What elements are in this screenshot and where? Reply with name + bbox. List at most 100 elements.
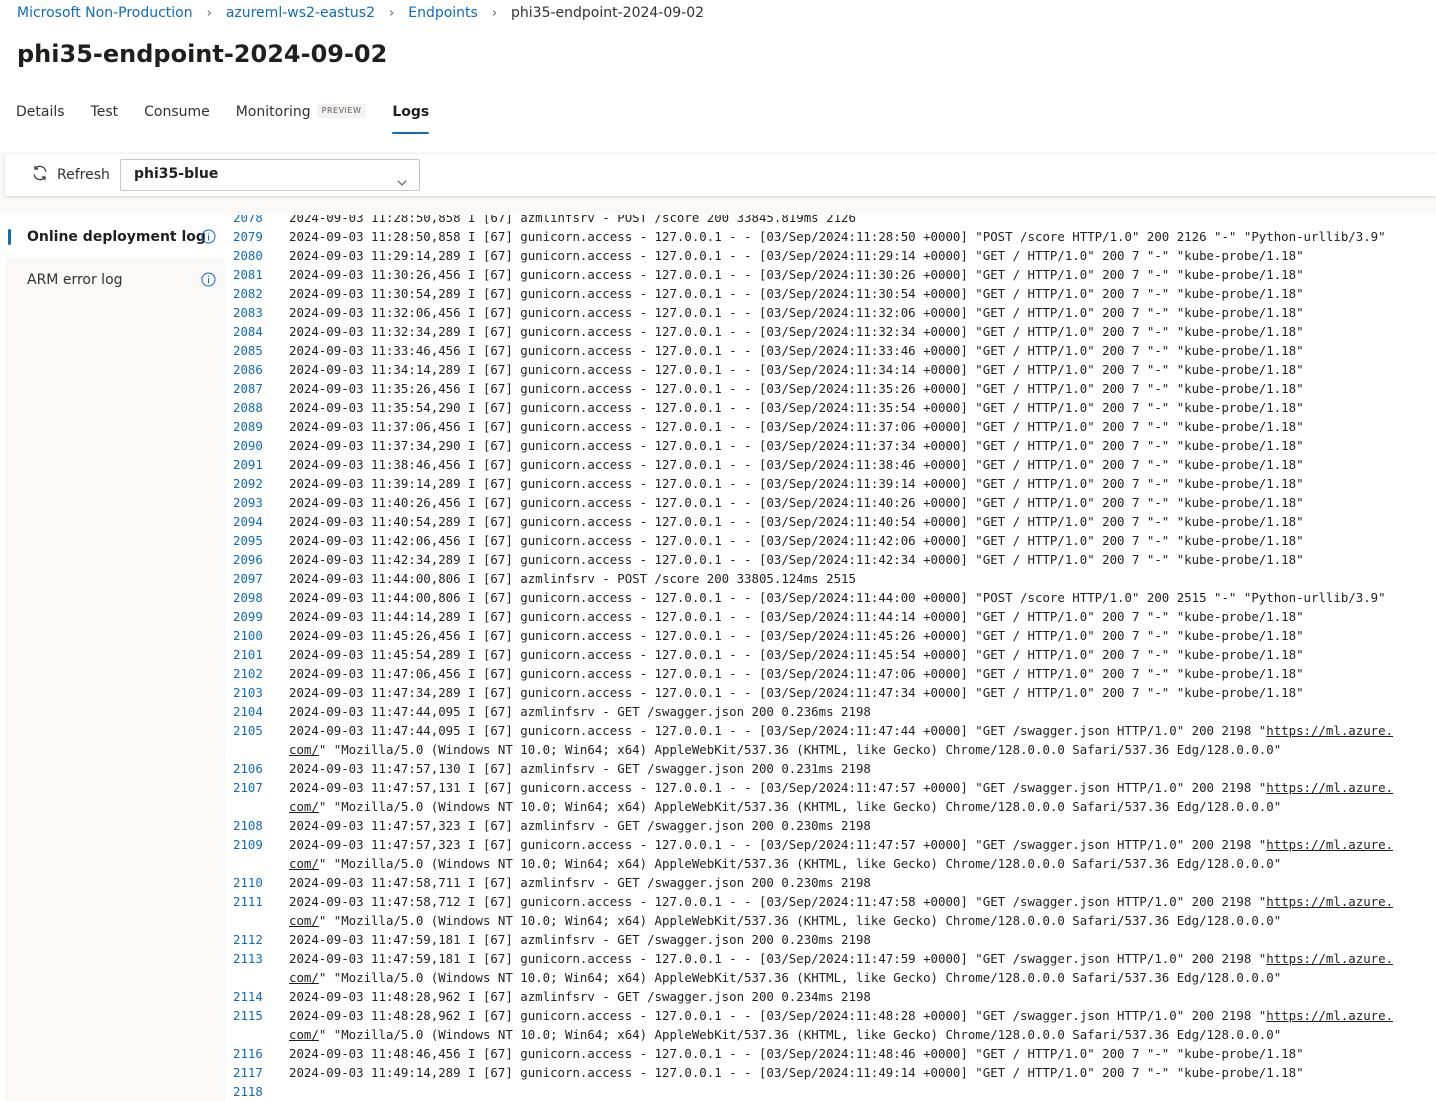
log-url-link[interactable]: https://ml.azure. xyxy=(1266,837,1393,852)
log-line-text: 2024-09-03 11:45:54,289 I [67] gunicorn.… xyxy=(289,645,1304,664)
log-lines: 2078 2024-09-03 11:28:50,858 I [67] azmli… xyxy=(226,215,1393,1101)
log-line-text: 2024-09-03 11:42:06,456 I [67] gunicorn.… xyxy=(289,531,1304,550)
log-line: 2095 2024-09-03 11:42:06,456 I [67] gunic… xyxy=(226,531,1393,550)
sidebar-item-online-deployment-log[interactable]: Online deployment log xyxy=(5,215,225,258)
log-url-link[interactable]: https://ml.azure. xyxy=(1266,1008,1393,1023)
log-line: 2101 2024-09-03 11:45:54,289 I [67] gunic… xyxy=(226,645,1393,664)
log-line-text: 2024-09-03 11:47:57,130 I [67] azmlinfsr… xyxy=(289,759,871,778)
tab-test[interactable]: Test xyxy=(91,100,119,134)
log-line-number: 2106 xyxy=(233,761,263,776)
log-text: 2024-09-03 11:28:50,858 I [67] azmlinfsr… xyxy=(289,215,856,225)
log-line: 2084 2024-09-03 11:32:34,289 I [67] gunic… xyxy=(226,322,1393,341)
log-text: " "Mozilla/5.0 (Windows NT 10.0; Win64; … xyxy=(318,799,1282,814)
log-text: " "Mozilla/5.0 (Windows NT 10.0; Win64; … xyxy=(318,913,1282,928)
log-url-link[interactable]: https://ml.azure. xyxy=(1266,780,1393,795)
log-line: 2116 2024-09-03 11:48:46,456 I [67] gunic… xyxy=(226,1044,1393,1063)
log-url-link[interactable]: com/ xyxy=(289,913,319,928)
log-line-text: 2024-09-03 11:37:06,456 I [67] gunicorn.… xyxy=(289,417,1304,436)
log-text: 2024-09-03 11:47:44,095 I [67] gunicorn.… xyxy=(289,723,1267,738)
log-line-text: 2024-09-03 11:47:58,712 I [67] gunicorn.… xyxy=(289,892,1393,911)
log-text: 2024-09-03 11:32:34,289 I [67] gunicorn.… xyxy=(289,324,1304,339)
tab-monitoring[interactable]: Monitoring PREVIEW xyxy=(236,100,367,134)
log-text: " "Mozilla/5.0 (Windows NT 10.0; Win64; … xyxy=(318,742,1282,757)
log-line-text: 2024-09-03 11:44:00,806 I [67] gunicorn.… xyxy=(289,588,1386,607)
log-text: 2024-09-03 11:44:00,806 I [67] gunicorn.… xyxy=(289,590,1386,605)
log-line-number: 2086 xyxy=(233,362,263,377)
log-line-number: 2102 xyxy=(233,666,263,681)
log-line-number: 2109 xyxy=(233,837,263,852)
log-text: 2024-09-03 11:39:14,289 I [67] gunicorn.… xyxy=(289,476,1304,491)
log-line: 2078 2024-09-03 11:28:50,858 I [67] azmli… xyxy=(226,215,1393,227)
info-icon[interactable] xyxy=(201,272,216,291)
breadcrumb-link-endpoints[interactable]: Endpoints xyxy=(408,5,478,21)
log-line: 2106 2024-09-03 11:47:57,130 I [67] azmli… xyxy=(226,759,1393,778)
log-text: 2024-09-03 11:29:14,289 I [67] gunicorn.… xyxy=(289,248,1304,263)
tab-label: Details xyxy=(16,104,65,120)
log-url-link[interactable]: com/ xyxy=(289,1027,319,1042)
breadcrumb-link-workspace-directory[interactable]: Microsoft Non-Production xyxy=(17,5,193,21)
log-line-text: 2024-09-03 11:48:46,456 I [67] gunicorn.… xyxy=(289,1044,1304,1063)
log-line-text: 2024-09-03 11:44:14,289 I [67] gunicorn.… xyxy=(289,607,1304,626)
sidebar-item-label: Online deployment log xyxy=(27,228,206,245)
log-line-text: 2024-09-03 11:32:34,289 I [67] gunicorn.… xyxy=(289,322,1304,341)
log-line-number: 2096 xyxy=(233,552,263,567)
log-line: 2087 2024-09-03 11:35:26,456 I [67] gunic… xyxy=(226,379,1393,398)
sidebar-item-arm-error-log[interactable]: ARM error log xyxy=(5,258,225,301)
log-line: 2102 2024-09-03 11:47:06,456 I [67] gunic… xyxy=(226,664,1393,683)
log-line-number: 2110 xyxy=(233,875,263,890)
log-url-link[interactable]: com/ xyxy=(289,742,319,757)
log-viewer[interactable]: 2078 2024-09-03 11:28:50,858 I [67] azmli… xyxy=(226,215,1436,1101)
log-line: 2118 xyxy=(226,1082,1393,1101)
page-title: phi35-endpoint-2024-09-02 xyxy=(17,40,388,68)
log-line-text: 2024-09-03 11:47:34,289 I [67] gunicorn.… xyxy=(289,683,1304,702)
log-line-number-blank xyxy=(226,968,289,987)
log-line-number: 2118 xyxy=(233,1084,263,1099)
log-text: 2024-09-03 11:40:26,456 I [67] gunicorn.… xyxy=(289,495,1304,510)
tab-label: Test xyxy=(90,104,119,120)
info-icon[interactable] xyxy=(201,229,216,248)
log-text: 2024-09-03 11:37:34,290 I [67] gunicorn.… xyxy=(289,438,1304,453)
log-line-text: 2024-09-03 11:45:26,456 I [67] gunicorn.… xyxy=(289,626,1304,645)
tab-consume[interactable]: Consume xyxy=(144,100,210,134)
log-line-text: 2024-09-03 11:28:50,858 I [67] azmlinfsr… xyxy=(289,215,856,227)
breadcrumb-link-workspace[interactable]: azureml-ws2-eastus2 xyxy=(226,5,375,21)
refresh-button[interactable]: Refresh xyxy=(31,164,110,186)
log-text: 2024-09-03 11:47:57,323 I [67] gunicorn.… xyxy=(289,837,1267,852)
log-line-number: 2081 xyxy=(233,267,263,282)
log-url-link[interactable]: https://ml.azure. xyxy=(1266,894,1393,909)
log-line: 2109 2024-09-03 11:47:57,323 I [67] gunic… xyxy=(226,835,1393,854)
log-line-number-blank xyxy=(226,740,289,759)
log-line: 2081 2024-09-03 11:30:26,456 I [67] gunic… xyxy=(226,265,1393,284)
log-line-number: 2113 xyxy=(233,951,263,966)
log-url-link[interactable]: https://ml.azure. xyxy=(1266,723,1393,738)
log-line-text: 2024-09-03 11:38:46,456 I [67] gunicorn.… xyxy=(289,455,1304,474)
log-line-continuation: com/" "Mozilla/5.0 (Windows NT 10.0; Win… xyxy=(226,911,1393,930)
log-text: 2024-09-03 11:47:58,711 I [67] azmlinfsr… xyxy=(289,875,871,890)
log-line: 2093 2024-09-03 11:40:26,456 I [67] gunic… xyxy=(226,493,1393,512)
tab-details[interactable]: Details xyxy=(16,100,65,134)
log-line-text: 2024-09-03 11:47:57,323 I [67] azmlinfsr… xyxy=(289,816,871,835)
log-line-text: 2024-09-03 11:47:59,181 I [67] azmlinfsr… xyxy=(289,930,871,949)
log-line-number: 2093 xyxy=(233,495,263,510)
log-line-number: 2098 xyxy=(233,590,263,605)
chevron-right-icon: › xyxy=(491,5,498,21)
log-line: 2112 2024-09-03 11:47:59,181 I [67] azmli… xyxy=(226,930,1393,949)
deployment-dropdown[interactable]: phi35-blue xyxy=(120,159,420,191)
log-line-number-blank xyxy=(226,797,289,816)
log-url-link[interactable]: com/ xyxy=(289,799,319,814)
log-text: 2024-09-03 11:37:06,456 I [67] gunicorn.… xyxy=(289,419,1304,434)
log-line-number: 2100 xyxy=(233,628,263,643)
log-type-sidebar: Online deployment log ARM error log xyxy=(5,215,225,1101)
log-line-number: 2078 xyxy=(233,215,263,225)
log-url-link[interactable]: com/ xyxy=(289,970,319,985)
log-line-number: 2112 xyxy=(233,932,263,947)
log-line-text: 2024-09-03 11:47:57,131 I [67] gunicorn.… xyxy=(289,778,1393,797)
log-text: 2024-09-03 11:33:46,456 I [67] gunicorn.… xyxy=(289,343,1304,358)
log-text: 2024-09-03 11:47:57,131 I [67] gunicorn.… xyxy=(289,780,1267,795)
chevron-right-icon: › xyxy=(206,5,212,21)
log-url-link[interactable]: com/ xyxy=(289,856,319,871)
log-url-link[interactable]: https://ml.azure. xyxy=(1266,951,1393,966)
tab-bar: Details Test Consume Monitoring PREVIEW L… xyxy=(16,100,455,134)
tab-logs[interactable]: Logs xyxy=(392,100,429,134)
log-line: 2079 2024-09-03 11:28:50,858 I [67] gunic… xyxy=(226,227,1393,246)
